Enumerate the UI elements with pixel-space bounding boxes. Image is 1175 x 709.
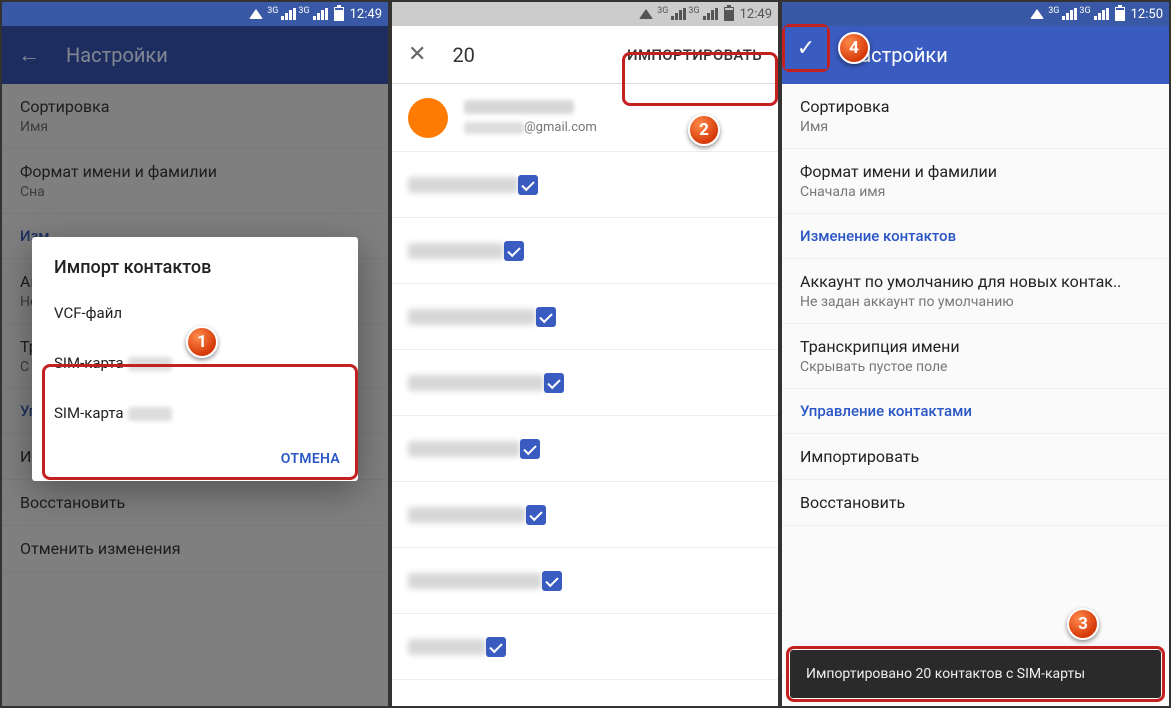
settings-item[interactable]: Восстановить	[782, 480, 1169, 526]
checkbox-icon[interactable]	[520, 439, 540, 459]
contact-name-blur	[408, 507, 526, 523]
net-label: 3G	[267, 6, 278, 16]
battery-icon	[1115, 7, 1125, 21]
clock: 12:49	[740, 7, 772, 22]
contact-row[interactable]	[392, 548, 778, 614]
toast: Импортировано 20 контактов с SIM-карты	[790, 650, 1161, 698]
contact-name-blur	[408, 309, 536, 325]
wifi-icon	[249, 9, 263, 19]
contact-name-blur	[408, 177, 518, 193]
contact-name-blur	[408, 573, 542, 589]
section-header: Управление контактами	[782, 389, 1169, 434]
checkbox-icon[interactable]	[542, 571, 562, 591]
contact-row[interactable]	[392, 152, 778, 218]
signal-icon-2	[703, 8, 718, 20]
net-label-2: 3G	[1079, 6, 1090, 16]
phone-left: 3G 3G 12:49 ← Настройки СортировкаИмяФор…	[0, 0, 390, 708]
item-title: Формат имени и фамилии	[800, 162, 1151, 181]
account-info: @gmail.com	[464, 100, 762, 135]
import-button[interactable]: ИМПОРТИРОВАТЬ	[627, 46, 762, 64]
stage: 3G 3G 12:49 ← Настройки СортировкаИмяФор…	[0, 0, 1175, 709]
avatar	[408, 98, 448, 138]
settings-item[interactable]: Транскрипция имени Скрывать пустое поле	[782, 324, 1169, 389]
contact-row[interactable]	[392, 482, 778, 548]
checkbox-icon[interactable]	[526, 505, 546, 525]
contact-name-blur	[408, 243, 504, 259]
phone-right: 3G 3G 12:50 ← Настройки СортировкаИмяФор…	[780, 0, 1171, 708]
net-label-2: 3G	[298, 6, 309, 16]
item-title: Изменение контактов	[800, 227, 1151, 245]
settings-item[interactable]: Импортировать	[782, 434, 1169, 480]
contact-name-blur	[408, 441, 520, 457]
dialog-option-sim2[interactable]: SIM-карта	[32, 388, 358, 438]
section-header: Изменение контактов	[782, 214, 1169, 259]
contact-row[interactable]	[392, 218, 778, 284]
item-subtitle: Имя	[800, 119, 1151, 135]
account-name-blur	[464, 100, 574, 114]
status-bar: 3G 3G 12:49	[392, 2, 778, 26]
callout-box-4: ✓	[782, 24, 830, 72]
net-label: 3G	[657, 6, 668, 16]
top-check-wrap: ✓ 4	[782, 24, 870, 72]
dialog-option-vcf[interactable]: VCF-файл	[32, 288, 358, 338]
item-subtitle: Сначала имя	[800, 184, 1151, 200]
clock: 12:49	[350, 7, 382, 22]
cancel-button[interactable]: ОТМЕНА	[281, 451, 340, 467]
signal-icon	[281, 8, 296, 20]
checkbox-icon[interactable]	[504, 241, 524, 261]
status-bar: 3G 3G 12:49	[2, 2, 388, 26]
net-label: 3G	[1048, 6, 1059, 16]
callout-num-4: 4	[838, 32, 870, 64]
phone-middle: 3G 3G 12:49 ✕ 20 ИМПОРТИРОВАТЬ @gmail.co…	[390, 0, 780, 708]
battery-icon	[334, 7, 344, 21]
contact-name-blur	[408, 639, 486, 655]
contact-list: @gmail.com	[392, 84, 778, 706]
contact-name-blur	[408, 375, 544, 391]
status-bar: 3G 3G 12:50	[782, 2, 1169, 26]
contact-row[interactable]	[392, 284, 778, 350]
battery-icon	[724, 7, 734, 21]
item-subtitle: Не задан аккаунт по умолчанию	[800, 294, 1151, 310]
check-icon: ✓	[785, 27, 827, 69]
signal-icon	[671, 8, 686, 20]
clock: 12:50	[1131, 7, 1163, 22]
contact-row[interactable]	[392, 350, 778, 416]
close-icon[interactable]: ✕	[408, 42, 426, 67]
signal-icon-2	[313, 8, 328, 20]
item-title: Транскрипция имени	[800, 337, 1151, 356]
dialog-option-sim1[interactable]: SIM-карта	[32, 338, 358, 388]
dialog-title: Импорт контактов	[32, 257, 358, 288]
checkbox-icon[interactable]	[518, 175, 538, 195]
account-row[interactable]: @gmail.com	[392, 84, 778, 152]
selection-bar: ✕ 20 ИМПОРТИРОВАТЬ	[392, 26, 778, 84]
item-title: Аккаунт по умолчанию для новых контак..	[800, 272, 1151, 291]
checkbox-icon[interactable]	[486, 637, 506, 657]
wifi-icon	[639, 9, 653, 19]
settings-item[interactable]: Формат имени и фамилии Сначала имя	[782, 149, 1169, 214]
signal-icon-2	[1094, 8, 1109, 20]
item-subtitle: Скрывать пустое поле	[800, 359, 1151, 375]
settings-item[interactable]: Сортировка Имя	[782, 84, 1169, 149]
contact-row[interactable]	[392, 614, 778, 680]
item-title: Управление контактами	[800, 402, 1151, 420]
checkbox-icon[interactable]	[544, 373, 564, 393]
import-dialog: Импорт контактов VCF-файл SIM-карта SIM-…	[32, 237, 358, 481]
signal-icon	[1062, 8, 1077, 20]
account-email: @gmail.com	[464, 120, 762, 135]
checkbox-icon[interactable]	[536, 307, 556, 327]
item-title: Сортировка	[800, 97, 1151, 116]
dialog-actions: ОТМЕНА	[32, 438, 358, 473]
settings-list: Сортировка Имя Формат имени и фамилии Снача…	[782, 84, 1169, 706]
item-title: Импортировать	[800, 447, 1151, 466]
item-title: Восстановить	[800, 493, 1151, 512]
contact-row[interactable]	[392, 416, 778, 482]
net-label-2: 3G	[688, 6, 699, 16]
selection-count: 20	[452, 43, 601, 67]
wifi-icon	[1030, 9, 1044, 19]
settings-item[interactable]: Аккаунт по умолчанию для новых контак.. Н…	[782, 259, 1169, 324]
